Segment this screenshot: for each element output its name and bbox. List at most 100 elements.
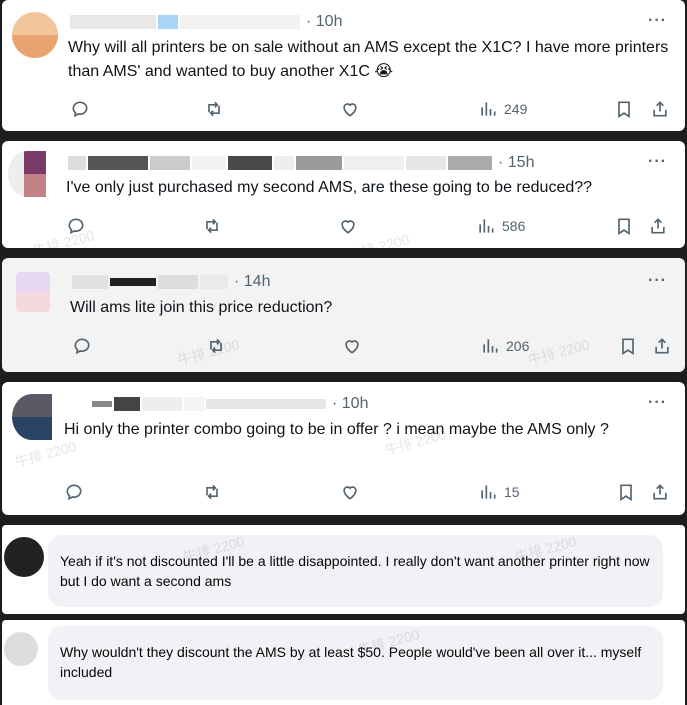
bookmark-button[interactable] [616, 480, 636, 504]
tweet-card[interactable]: · 10h ··· Why will all printers be on sa… [2, 0, 685, 131]
comment-card[interactable]: Yeah if it's not discounted I'll be a li… [2, 525, 685, 614]
avatar[interactable] [8, 151, 46, 197]
redacted-username [68, 156, 86, 170]
reply-button[interactable] [66, 214, 86, 238]
like-button[interactable] [342, 334, 362, 358]
tweet-actions: 15 [2, 480, 685, 504]
bookmark-icon [618, 218, 630, 236]
share-icon [653, 101, 667, 117]
views-button[interactable]: 586 [476, 214, 525, 238]
timestamp[interactable]: · 14h [234, 273, 270, 291]
reply-icon [74, 338, 90, 355]
avatar[interactable] [12, 12, 58, 58]
tweet-text: Why will all printers be on sale without… [68, 39, 669, 80]
views-button[interactable]: 249 [478, 97, 527, 121]
tweet-header: · 15h [68, 153, 534, 173]
redacted-username [192, 156, 226, 170]
comment-bubble: Yeah if it's not discounted I'll be a li… [48, 535, 663, 607]
tweet-actions: 249 [2, 97, 685, 121]
bookmark-button[interactable] [618, 334, 638, 358]
tweet-card[interactable]: · 10h ··· Hi only the printer combo goin… [2, 382, 685, 515]
redacted-username [88, 156, 148, 170]
retweet-icon [208, 101, 220, 117]
like-button[interactable] [338, 214, 358, 238]
tweet-actions: 206 [2, 334, 685, 358]
reply-icon [68, 218, 84, 235]
timestamp[interactable]: · 10h [306, 13, 342, 31]
avatar-left [8, 151, 24, 197]
redacted-handle [184, 397, 204, 411]
redacted-username [228, 156, 272, 170]
avatar[interactable] [12, 394, 52, 440]
redacted-handle [344, 156, 404, 170]
bookmark-button[interactable] [614, 214, 634, 238]
avatar-top [12, 394, 52, 417]
retweet-icon [206, 218, 218, 234]
share-button[interactable] [652, 334, 672, 358]
views-button[interactable]: 206 [480, 334, 529, 358]
tweet-text: Will ams lite join this price reduction? [70, 299, 333, 316]
retweet-button[interactable] [202, 214, 222, 238]
redacted-handle [296, 156, 342, 170]
avatar-top [24, 151, 46, 174]
views-count: 15 [504, 484, 520, 500]
retweet-button[interactable] [204, 97, 224, 121]
timestamp[interactable]: · 10h [332, 395, 368, 413]
share-button[interactable] [648, 214, 668, 238]
avatar[interactable] [4, 632, 38, 666]
redacted-username [142, 397, 182, 411]
tweet-card[interactable]: · 14h ··· Will ams lite join this price … [2, 258, 685, 372]
redacted-username [72, 275, 108, 289]
reply-button[interactable] [64, 480, 84, 504]
retweet-icon [206, 484, 218, 500]
comment-card[interactable]: Why wouldn't they discount the AMS by at… [2, 620, 685, 705]
reply-icon [72, 101, 88, 118]
views-icon [479, 219, 494, 233]
retweet-icon [210, 338, 222, 354]
reply-button[interactable] [72, 334, 92, 358]
heart-icon [341, 220, 355, 234]
reply-button[interactable] [70, 97, 90, 121]
share-icon [653, 484, 667, 500]
tweet-actions: 586 [2, 214, 685, 238]
views-count: 249 [504, 101, 528, 117]
tweet-header: · 10h [92, 394, 368, 414]
more-options-icon[interactable]: ··· [648, 394, 667, 412]
redacted-username [70, 15, 156, 29]
redacted-handle [180, 15, 300, 29]
tweet-text: Hi only the printer combo going to be in… [64, 421, 609, 438]
redacted-username [114, 397, 140, 411]
redacted-handle [158, 275, 198, 289]
like-button[interactable] [340, 480, 360, 504]
tweet-card[interactable]: · 15h ··· I've only just purchased my se… [2, 141, 685, 248]
redacted-handle [200, 275, 228, 289]
share-icon [655, 338, 669, 354]
comment-bubble: Why wouldn't they discount the AMS by at… [48, 626, 663, 700]
bookmark-icon [620, 484, 632, 502]
like-button[interactable] [340, 97, 360, 121]
share-button[interactable] [650, 97, 670, 121]
redacted-username [150, 156, 190, 170]
heart-icon [343, 486, 357, 500]
views-icon [481, 485, 496, 499]
more-options-icon[interactable]: ··· [648, 272, 667, 290]
share-button[interactable] [650, 480, 670, 504]
avatar-bottom [24, 174, 46, 197]
avatar[interactable] [4, 537, 44, 577]
views-button[interactable]: 15 [478, 480, 520, 504]
retweet-button[interactable] [206, 334, 226, 358]
reply-icon [66, 484, 82, 501]
avatar-top [12, 12, 58, 35]
bookmark-button[interactable] [614, 97, 634, 121]
redacted-username [92, 401, 112, 407]
timestamp[interactable]: · 15h [498, 154, 534, 172]
more-options-icon[interactable]: ··· [648, 153, 667, 171]
avatar[interactable] [16, 272, 50, 312]
heart-icon [345, 340, 359, 354]
retweet-button[interactable] [202, 480, 222, 504]
comment-text: Why wouldn't they discount the AMS by at… [60, 644, 642, 680]
views-count: 586 [502, 218, 526, 234]
heart-icon [343, 103, 357, 117]
more-options-icon[interactable]: ··· [648, 12, 667, 30]
avatar-bottom [12, 417, 52, 440]
